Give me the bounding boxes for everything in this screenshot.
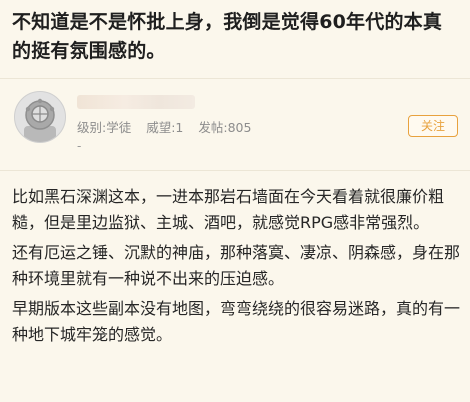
follow-button[interactable]: 关注 [408, 115, 458, 137]
user-stats: 级别:学徒 威望:1 发帖:805 [77, 117, 262, 136]
post-paragraph: 还有厄运之锤、沉默的神庙，那种落寞、凄凉、阴森感，身在那种环境里就有一种说不出来… [12, 243, 461, 288]
username-redacted[interactable] [77, 95, 195, 109]
user-rank: 级别:学徒 [77, 120, 132, 135]
user-signature: - [77, 139, 82, 153]
poster-divider [0, 170, 470, 171]
poster-info: 级别:学徒 威望:1 发帖:805 - 关注 [0, 79, 470, 170]
post-paragraph: 比如黑石深渊这本，一进本那岩石墙面在今天看着就很廉价粗糙，但是里边监狱、主城、酒… [12, 187, 445, 232]
post-title: 不知道是不是怀批上身，我倒是觉得60年代的本真的挺有氛围感的。 [12, 11, 443, 62]
user-prestige: 威望:1 [146, 120, 184, 135]
diving-helmet-avatar-icon[interactable] [14, 91, 66, 143]
post-paragraph: 早期版本这些副本没有地图，弯弯绕绕的很容易迷路，真的有一种地下城牢笼的感觉。 [12, 299, 461, 344]
post-body: 比如黑石深渊这本，一进本那岩石墙面在今天看着就很廉价粗糙，但是里边监狱、主城、酒… [12, 184, 460, 352]
post-header: 不知道是不是怀批上身，我倒是觉得60年代的本真的挺有氛围感的。 [0, 0, 470, 78]
user-post-count: 发帖:805 [198, 120, 252, 135]
